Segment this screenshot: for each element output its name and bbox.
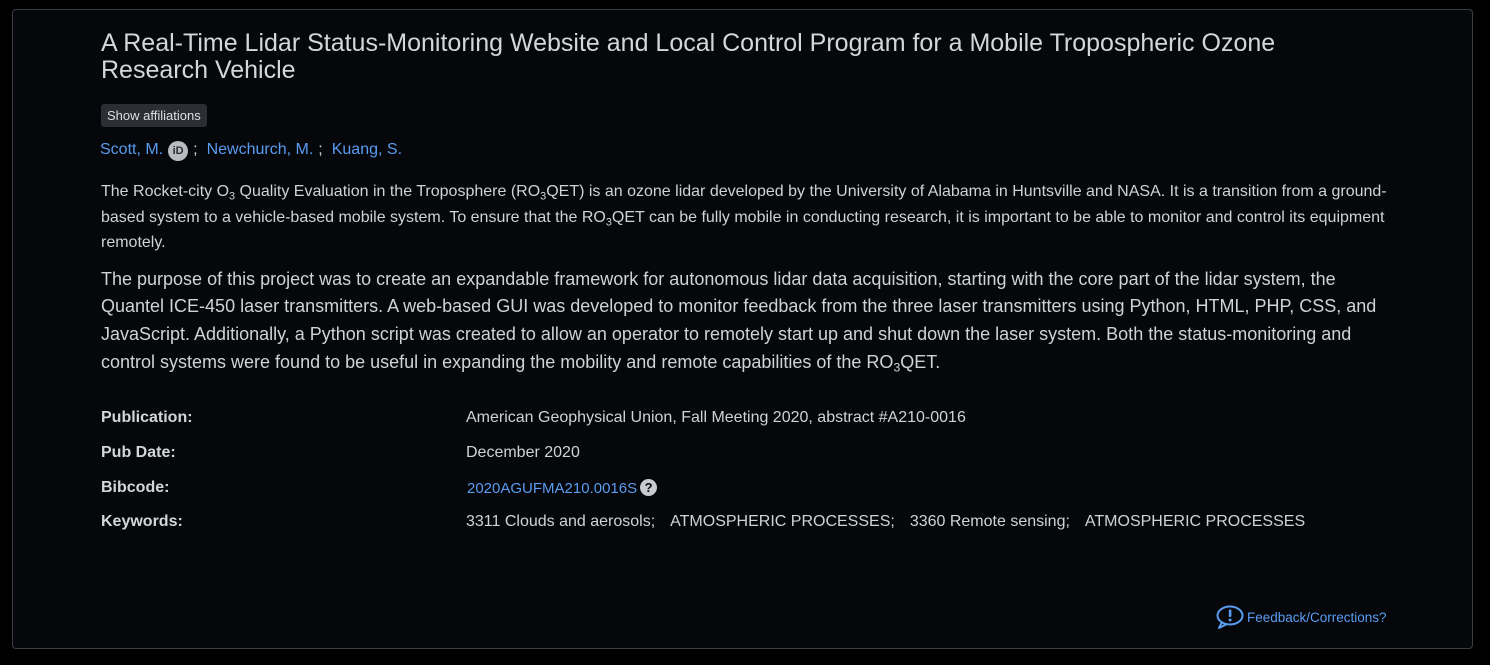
metadata-row-keywords: Keywords: 3311 Clouds and aerosols; ATMOS…: [101, 513, 1391, 548]
publication-label: Publication:: [101, 409, 193, 427]
metadata-table: Publication: American Geophysical Union,…: [101, 409, 1391, 548]
author-separator: ;: [193, 141, 198, 158]
abstract-text: Quality Evaluation in the Troposphere (R…: [235, 183, 541, 200]
keywords-label: Keywords:: [101, 513, 183, 531]
metadata-row-publication: Publication: American Geophysical Union,…: [101, 409, 1391, 444]
keywords-value: 3311 Clouds and aerosols; ATMOSPHERIC PRO…: [466, 513, 1305, 531]
author-link-scott[interactable]: Scott, M.: [100, 139, 163, 161]
keyword: 3311 Clouds and aerosols;: [466, 513, 656, 531]
pubdate-label: Pub Date:: [101, 444, 176, 461]
comment-exclamation-icon: [1216, 605, 1244, 629]
author-list: Scott, M. iD ; Newchurch, M. ; Kuang, S.: [100, 139, 1391, 161]
bibcode-link[interactable]: 2020AGUFMA210.0016S: [467, 480, 637, 497]
feedback-label: Feedback/Corrections?: [1247, 610, 1387, 625]
pubdate-value: December 2020: [466, 444, 580, 461]
bibcode-label: Bibcode:: [101, 478, 170, 496]
page-title: A Real-Time Lidar Status-Monitoring Webs…: [101, 29, 1276, 84]
show-affiliations-button[interactable]: Show affiliations: [101, 104, 207, 127]
publication-value: American Geophysical Union, Fall Meeting…: [466, 409, 966, 427]
abstract-text: QET.: [900, 351, 941, 372]
keyword: ATMOSPHERIC PROCESSES: [1084, 513, 1306, 531]
keyword: 3360 Remote sensing;: [909, 513, 1070, 531]
bibcode-value: 2020AGUFMA210.0016S?: [466, 478, 658, 498]
author-link-kuang[interactable]: Kuang, S.: [332, 139, 402, 161]
abstract-panel: A Real-Time Lidar Status-Monitoring Webs…: [12, 9, 1473, 649]
author-separator: ;: [318, 141, 323, 158]
metadata-row-bibcode: Bibcode: 2020AGUFMA210.0016S?: [101, 478, 1391, 514]
keyword: ATMOSPHERIC PROCESSES;: [670, 513, 895, 531]
abstract-paragraph-1: The Rocket-city O3 Quality Evaluation in…: [101, 179, 1391, 256]
author-link-newchurch[interactable]: Newchurch, M.: [207, 139, 314, 161]
feedback-link[interactable]: Feedback/Corrections?: [1215, 605, 1387, 630]
orcid-icon[interactable]: iD: [168, 141, 189, 161]
abstract-paragraph-2: The purpose of this project was to creat…: [101, 266, 1391, 377]
abstract-content: A Real-Time Lidar Status-Monitoring Webs…: [100, 10, 1391, 548]
abstract-text: The Rocket-city O: [101, 183, 230, 200]
abstract-text: The purpose of this project was to creat…: [101, 268, 1377, 372]
metadata-row-pubdate: Pub Date: December 2020: [101, 444, 1391, 479]
question-circle-icon[interactable]: ?: [640, 478, 658, 496]
